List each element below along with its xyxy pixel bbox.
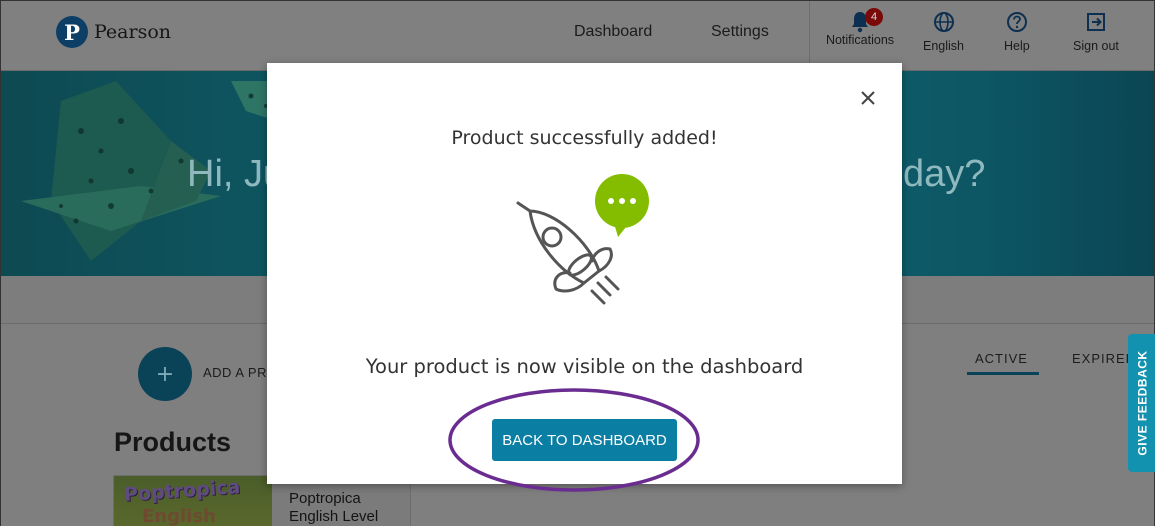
notifications-label: Notifications	[825, 33, 895, 47]
add-product-label[interactable]: ADD A PR	[203, 365, 267, 380]
pearson-logo[interactable]: P Pearson	[56, 16, 171, 48]
sign-out-button[interactable]: Sign out	[1073, 9, 1119, 53]
help-icon	[1006, 12, 1027, 32]
close-button[interactable]	[856, 86, 880, 110]
product-title[interactable]: Poptropica English Level	[289, 490, 399, 526]
greeting-text-right: day?	[903, 153, 986, 195]
close-icon	[861, 91, 875, 105]
add-product-button[interactable]: +	[138, 347, 192, 401]
brand-name: Pearson	[94, 21, 172, 43]
product-thumbnail: Poptropica English	[114, 476, 272, 526]
nav-settings[interactable]: Settings	[711, 23, 769, 41]
help-button[interactable]: Help	[1004, 9, 1030, 53]
back-to-dashboard-button[interactable]: BACK TO DASHBOARD	[492, 419, 677, 461]
thumbnail-title: Poptropica	[123, 476, 241, 507]
dialog-title: Product successfully added!	[451, 127, 718, 149]
logo-mark: P	[56, 16, 88, 48]
tab-active[interactable]: ACTIVE	[975, 351, 1028, 366]
product-added-dialog: Product successfully added! Your product…	[267, 63, 902, 484]
dialog-message: Your product is now visible on the dashb…	[365, 355, 804, 378]
give-feedback-tab[interactable]: GIVE FEEDBACK	[1128, 334, 1155, 472]
globe-icon	[933, 12, 954, 32]
plus-icon: +	[155, 361, 175, 387]
top-navigation: P Pearson Dashboard Settings 4 Notificat…	[1, 1, 1154, 71]
products-heading: Products	[114, 427, 232, 457]
active-tab-indicator	[967, 372, 1039, 375]
sign-out-icon	[1086, 13, 1105, 31]
chat-bubble-icon	[595, 174, 649, 237]
notification-badge: 4	[865, 8, 883, 26]
language-label: English	[923, 39, 964, 53]
sign-out-label: Sign out	[1073, 39, 1119, 53]
nav-dashboard[interactable]: Dashboard	[574, 23, 652, 41]
give-feedback-label: GIVE FEEDBACK	[1136, 350, 1150, 456]
tab-expired[interactable]: EXPIRED	[1072, 351, 1128, 366]
thumbnail-subtitle: English	[142, 506, 216, 526]
help-label: Help	[1004, 39, 1030, 53]
language-button[interactable]: English	[923, 9, 964, 53]
rocket-icon	[516, 174, 649, 305]
notifications-button[interactable]: 4 Notifications	[821, 8, 899, 47]
nav-divider	[809, 1, 810, 71]
